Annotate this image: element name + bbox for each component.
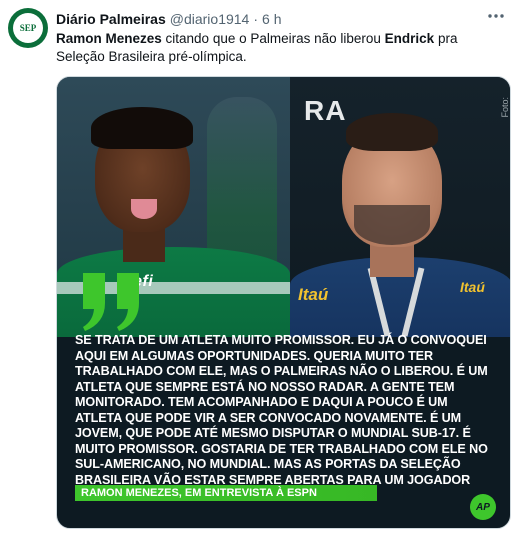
tweet-text-part-1: citando que o Palmeiras não liberou bbox=[161, 31, 385, 46]
photo-credit: Foto: bbox=[500, 97, 510, 118]
mention-ramon: Ramon Menezes bbox=[56, 31, 162, 46]
coach-beard bbox=[354, 205, 430, 245]
separator-dot: · bbox=[253, 11, 259, 27]
avatar-crest-text: SEP bbox=[19, 23, 37, 33]
avatar-crest-icon: SEP bbox=[13, 13, 43, 43]
right-sponsor-2: Itaú bbox=[460, 279, 485, 295]
timestamp[interactable]: 6 h bbox=[262, 11, 281, 27]
quote-source: RAMON MENEZES, EM ENTREVISTA À ESPN bbox=[81, 487, 317, 499]
quote-text: SE TRATA DE UM ATLETA MUITO PROMISSOR. E… bbox=[75, 333, 488, 502]
coach-photo: RA Foto: Itaú Itaú bbox=[290, 77, 510, 337]
tweet-header: Diário Palmeiras @diario1914 · 6 h bbox=[56, 10, 478, 28]
more-icon[interactable] bbox=[484, 6, 508, 26]
background-sign: RA bbox=[304, 95, 347, 126]
tweet-text: Ramon Menezes citando que o Palmeiras nã… bbox=[56, 30, 506, 66]
mention-endrick: Endrick bbox=[384, 31, 435, 46]
publisher-logo-text: AP bbox=[476, 501, 490, 513]
tweet-media[interactable]: crefi RA Foto: Itaú Itaú SE TRATA DE UM … bbox=[56, 76, 511, 529]
publisher-logo-icon: AP bbox=[470, 494, 496, 520]
player-hair bbox=[91, 107, 193, 149]
player-tongue bbox=[131, 199, 157, 219]
avatar[interactable]: SEP bbox=[8, 8, 48, 48]
display-name[interactable]: Diário Palmeiras bbox=[56, 11, 166, 27]
right-sponsor-1: Itaú bbox=[298, 285, 329, 304]
quote-source-bar: RAMON MENEZES, EM ENTREVISTA À ESPN bbox=[75, 485, 377, 501]
player-neck bbox=[123, 227, 165, 262]
handle[interactable]: @diario1914 bbox=[170, 11, 250, 27]
coach-hair bbox=[346, 113, 438, 151]
quote-icon bbox=[83, 273, 139, 331]
